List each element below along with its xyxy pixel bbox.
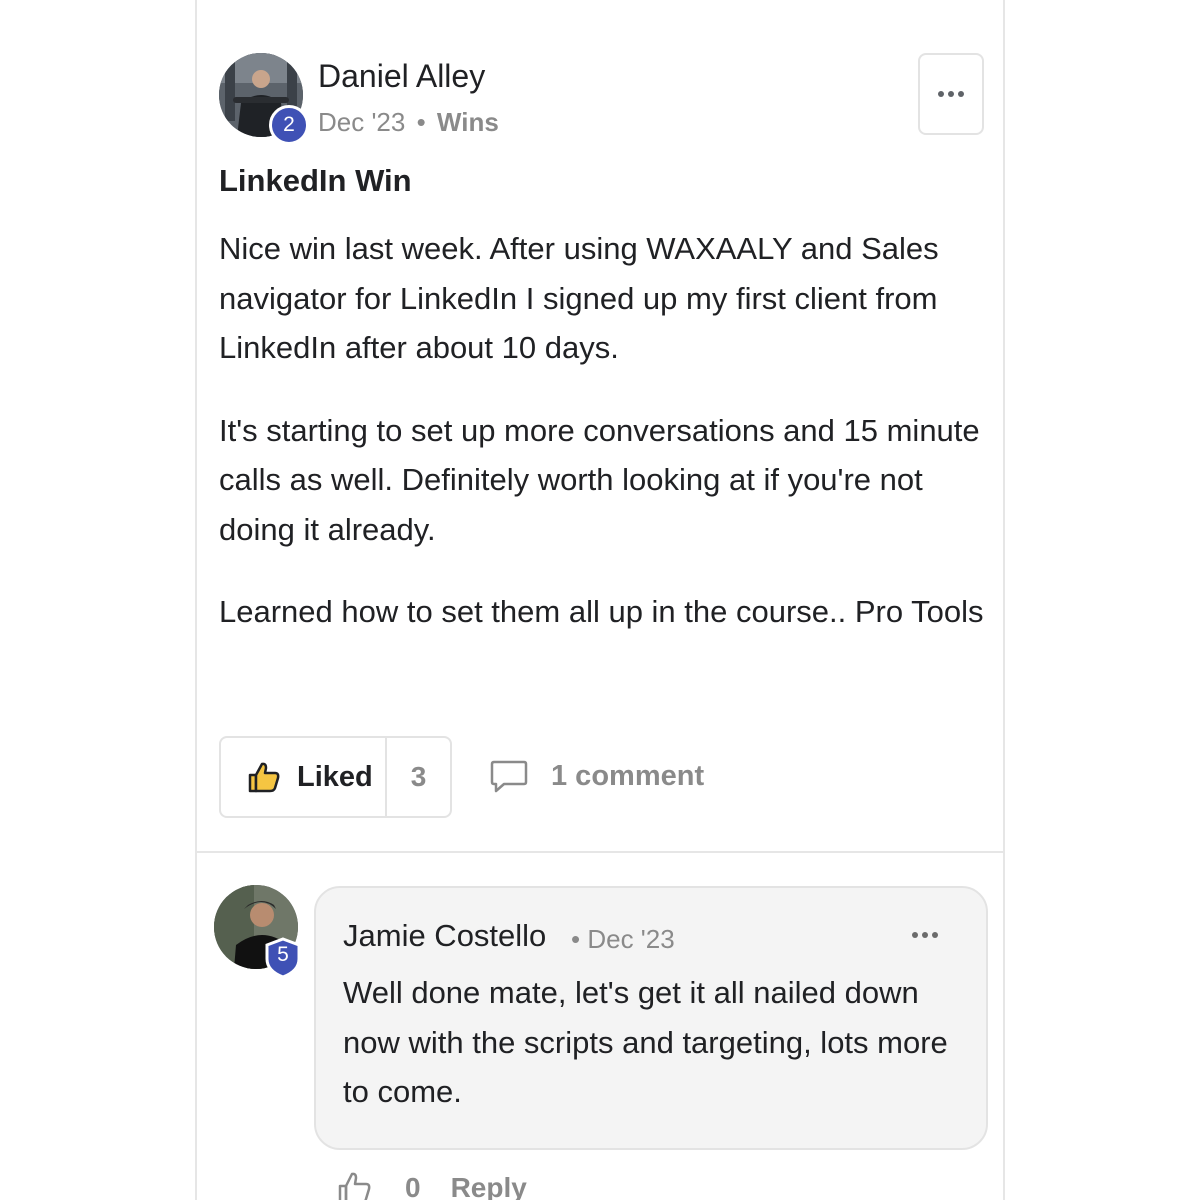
post-category-link[interactable]: Wins (437, 107, 499, 137)
post-author-name[interactable]: Daniel Alley (318, 58, 485, 95)
meta-separator: • (416, 107, 426, 137)
meta-separator: • (571, 924, 581, 954)
reply-button[interactable]: Reply (451, 1172, 527, 1200)
post-more-options-button[interactable] (918, 53, 984, 135)
post-paragraph: It's starting to set up more conversatio… (219, 412, 980, 547)
section-divider (197, 851, 1003, 853)
comment-bubble-icon (490, 760, 528, 793)
comment-date[interactable]: Dec '23 (587, 924, 674, 954)
post-body: Nice win last week. After using WAXAALY … (219, 224, 989, 670)
like-button[interactable]: Liked (221, 738, 387, 816)
comment-author-name[interactable]: Jamie Costello (343, 918, 546, 954)
post-meta: Dec '23 • Wins (318, 107, 499, 138)
post-author-avatar-container[interactable]: 2 (219, 53, 309, 145)
level-badge: 2 (269, 105, 309, 145)
post-paragraph: Learned how to set them all up in the co… (219, 594, 984, 629)
comment-bubble: Jamie Costello • Dec '23 Well done mate,… (314, 886, 988, 1150)
comment-author-avatar-container[interactable]: 5 (214, 885, 301, 979)
comments-link[interactable]: 1 comment (489, 758, 704, 794)
more-horizontal-icon (938, 91, 964, 97)
level-badge-number: 2 (283, 113, 295, 136)
comment-more-options-button[interactable] (912, 932, 938, 938)
post-paragraph: Nice win last week. After using WAXAALY … (219, 231, 939, 365)
comment-count: 1 comment (551, 759, 705, 792)
more-horizontal-icon (912, 932, 938, 938)
thumbs-up-icon (248, 762, 280, 793)
like-count[interactable]: 3 (387, 761, 450, 793)
post-date[interactable]: Dec '23 (318, 107, 405, 137)
like-label: Liked (297, 760, 373, 793)
level-badge-number: 5 (277, 943, 289, 966)
comment-meta: • Dec '23 (571, 924, 675, 955)
comment-text: Well done mate, let's get it all nailed … (343, 975, 948, 1109)
thumbs-up-icon[interactable] (337, 1170, 373, 1200)
like-control: Liked 3 (219, 736, 452, 818)
comment-actions: 0 Reply (337, 1170, 527, 1200)
post-card: 2 Daniel Alley Dec '23 • Wins LinkedIn W… (195, 0, 1005, 1200)
comment-like-count[interactable]: 0 (405, 1172, 421, 1200)
post-title: LinkedIn Win (219, 163, 412, 198)
level-shield-badge: 5 (264, 937, 302, 979)
